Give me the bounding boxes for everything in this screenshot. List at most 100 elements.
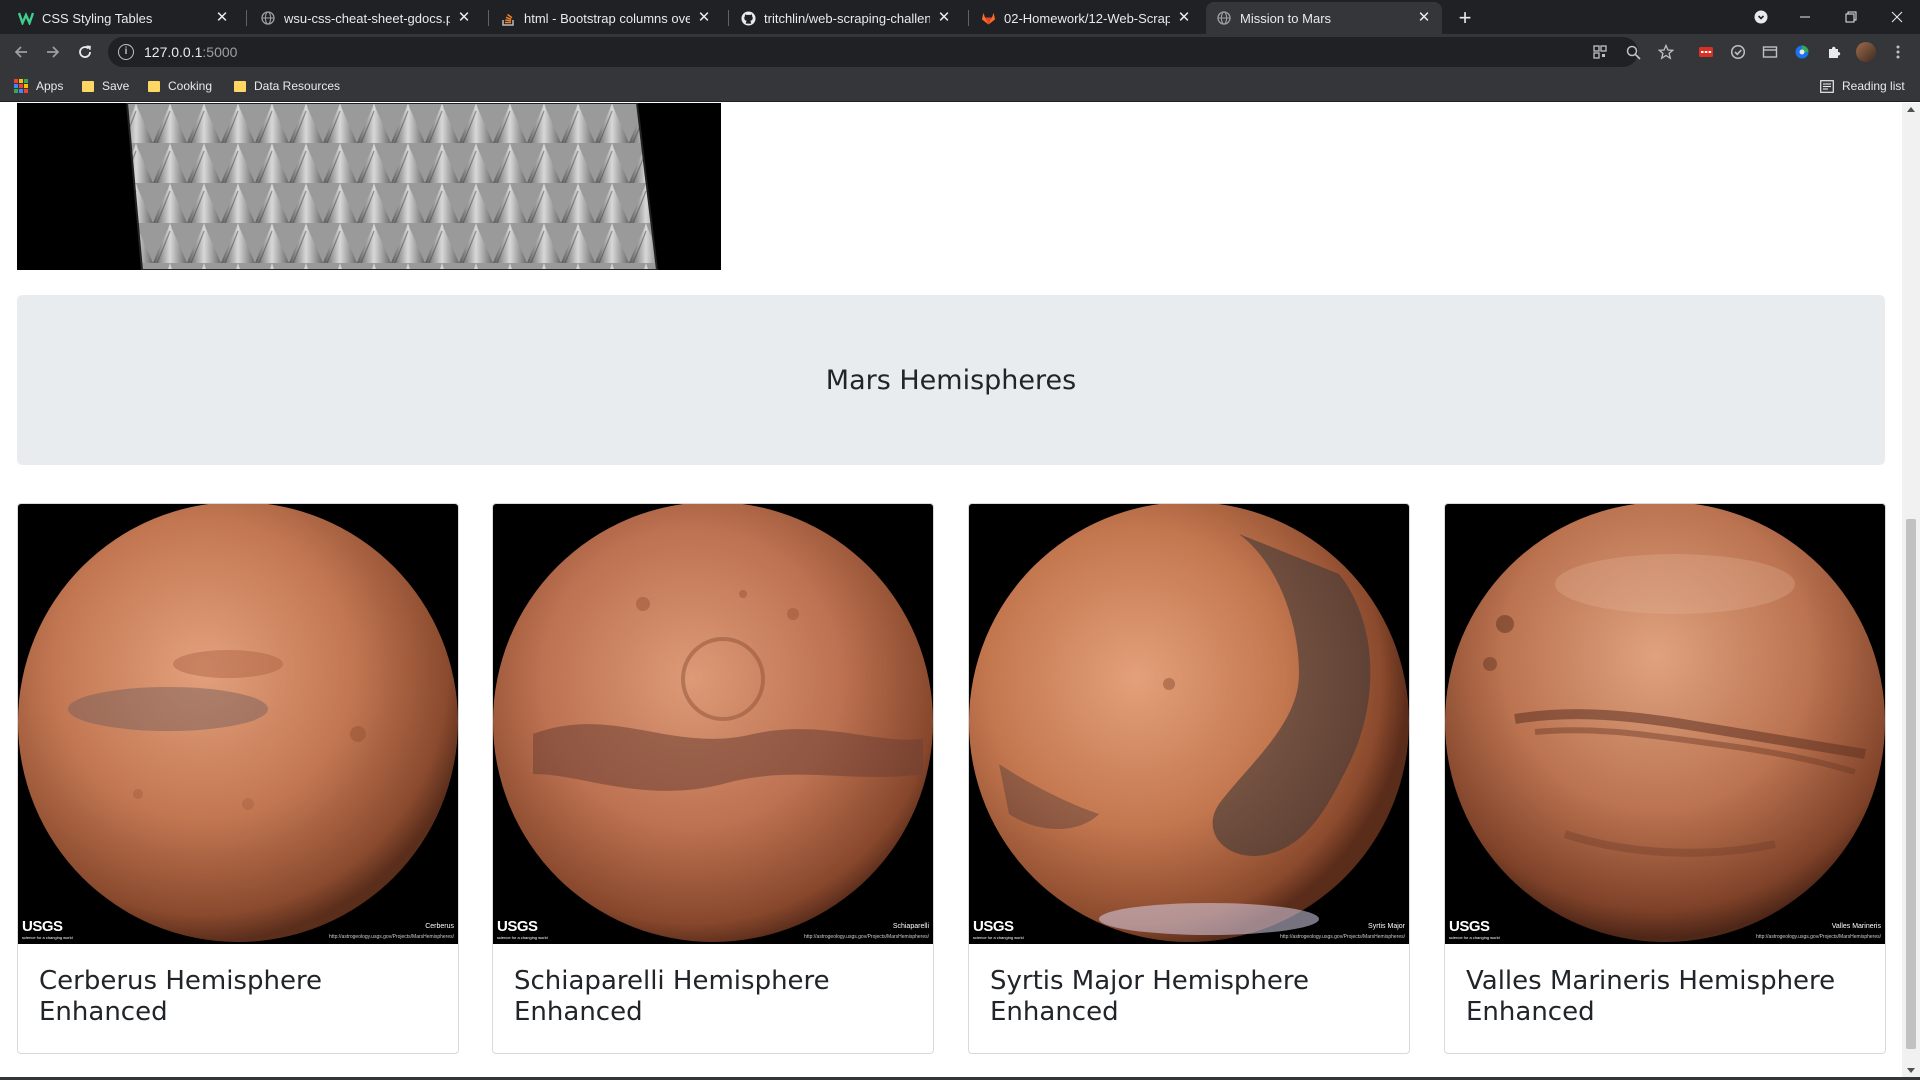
logo-tagline: science for a changing world	[973, 935, 1024, 940]
tab-title: wsu-css-cheat-sheet-gdocs.pdf	[284, 10, 450, 26]
schiaparelli-hemisphere-image[interactable]: USGS science for a changing world Schiapa…	[493, 504, 933, 944]
url-text[interactable]: 127.0.0.1:5000	[144, 44, 237, 60]
reading-list-button[interactable]: Reading list	[1820, 76, 1905, 96]
bookmark-data-resources[interactable]: Data Resources	[234, 76, 340, 96]
browser-toolbar: i 127.0.0.1:5000	[0, 34, 1920, 70]
tab-separator	[728, 10, 729, 26]
syrtis-major-hemisphere-image[interactable]: USGS science for a changing world Syrtis …	[969, 504, 1409, 944]
hemisphere-title: Valles Marineris Hemisphere Enhanced	[1466, 966, 1836, 1027]
close-tab-icon[interactable]: ✕	[696, 10, 712, 26]
extension-red-icon[interactable]	[1696, 42, 1716, 62]
image-caption: Schiaparelli	[892, 923, 929, 930]
site-info-icon[interactable]: i	[118, 44, 134, 60]
tab-separator	[246, 10, 247, 26]
bookmark-save[interactable]: Save	[82, 76, 129, 96]
bookmark-label: Save	[102, 79, 130, 93]
page-scrollbar[interactable]	[1902, 103, 1920, 1077]
hemisphere-title: Syrtis Major Hemisphere Enhanced	[990, 966, 1309, 1027]
browser-tab[interactable]: CSS Styling Tables ✕	[8, 2, 240, 34]
logo-text: USGS	[22, 918, 63, 935]
browser-tab[interactable]: wsu-css-cheat-sheet-gdocs.pdf ✕	[250, 2, 482, 34]
profile-avatar-icon[interactable]	[1856, 42, 1876, 62]
bookmark-star-icon[interactable]	[1656, 42, 1676, 62]
tab-title: CSS Styling Tables	[42, 10, 153, 26]
address-bar[interactable]: i 127.0.0.1:5000	[108, 37, 1638, 67]
minimize-window-icon[interactable]	[1782, 0, 1828, 34]
scroll-down-arrow-icon[interactable]	[1907, 1068, 1915, 1073]
card-body: Cerberus Hemisphere Enhanced	[18, 944, 458, 1050]
close-tab-icon[interactable]: ✕	[456, 10, 472, 26]
scrollbar-thumb[interactable]	[1906, 519, 1916, 1049]
back-arrow-icon[interactable]	[8, 39, 34, 65]
hemisphere-card: USGS science for a changing world Valles …	[1444, 503, 1886, 1054]
check-circle-icon[interactable]	[1728, 42, 1748, 62]
reading-list-icon	[1820, 79, 1834, 93]
image-caption: Valles Marineris	[1831, 923, 1881, 930]
image-credit: http://astrogeology.usgs.gov/Projects/Ma…	[329, 934, 454, 940]
gitlab-icon	[980, 10, 996, 26]
url-port: :5000	[202, 44, 238, 60]
folder-icon	[148, 80, 160, 92]
url-host: 127.0.0.1	[144, 44, 203, 60]
globe-icon	[1216, 10, 1232, 26]
cerberus-hemisphere-image[interactable]: USGS science for a changing world Cerberu…	[18, 504, 458, 944]
image-caption: Syrtis Major	[1368, 923, 1405, 930]
extension-colorful-icon[interactable]	[1792, 42, 1812, 62]
qr-code-icon[interactable]	[1590, 42, 1610, 62]
close-tab-icon[interactable]: ✕	[1176, 10, 1192, 26]
close-tab-icon[interactable]: ✕	[936, 10, 952, 26]
logo-text: USGS	[1449, 918, 1490, 935]
image-credit: http://astrogeology.usgs.gov/Projects/Ma…	[1280, 934, 1405, 940]
hemispheres-jumbotron: Mars Hemispheres	[17, 295, 1885, 465]
usgs-logo: USGS science for a changing world	[497, 918, 548, 940]
github-icon	[740, 10, 756, 26]
close-tab-icon[interactable]: ✕	[1416, 10, 1432, 26]
bookmark-apps[interactable]: Apps	[14, 76, 63, 96]
tab-separator	[968, 10, 969, 26]
usgs-logo: USGS science for a changing world	[973, 918, 1024, 940]
browser-tab-active[interactable]: Mission to Mars ✕	[1206, 2, 1442, 34]
tab-separator	[488, 10, 489, 26]
hemisphere-card: USGS science for a changing world Syrtis …	[968, 503, 1410, 1054]
bookmark-label: Data Resources	[254, 79, 341, 93]
browser-tab-strip: CSS Styling Tables ✕ wsu-css-cheat-sheet…	[0, 0, 1920, 34]
usgs-logo: USGS science for a changing world	[22, 918, 73, 940]
restore-window-icon[interactable]	[1828, 0, 1874, 34]
tab-title: Mission to Mars	[1240, 10, 1332, 26]
valles-marineris-hemisphere-image[interactable]: USGS science for a changing world Valles …	[1445, 504, 1885, 944]
window-extension-icon[interactable]	[1760, 42, 1780, 62]
browser-tab[interactable]: html - Bootstrap columns overlap ✕	[490, 2, 722, 34]
tab-title: html - Bootstrap columns overlap	[524, 10, 690, 26]
zoom-icon[interactable]	[1623, 42, 1643, 62]
bookmark-label: Apps	[36, 79, 64, 93]
card-body: Valles Marineris Hemisphere Enhanced	[1445, 944, 1885, 1050]
hemisphere-card: USGS science for a changing world Cerberu…	[17, 503, 459, 1054]
browser-tab[interactable]: 02-Homework/12-Web-Scraping ✕	[970, 2, 1202, 34]
scroll-up-arrow-icon[interactable]	[1907, 107, 1915, 112]
forward-arrow-icon[interactable]	[40, 39, 66, 65]
kebab-menu-icon[interactable]	[1888, 42, 1908, 62]
apps-grid-icon	[14, 79, 28, 93]
close-window-icon[interactable]	[1874, 0, 1920, 34]
logo-tagline: science for a changing world	[1449, 935, 1500, 940]
new-tab-button[interactable]: +	[1452, 5, 1478, 31]
page-viewport: Mars Hemispheres USGS science for a chan…	[0, 103, 1902, 1077]
logo-text: USGS	[973, 918, 1014, 935]
close-tab-icon[interactable]: ✕	[214, 10, 230, 26]
w-logo-icon	[18, 10, 34, 26]
bookmarks-bar: Apps Save Cooking Data Resources Reading…	[0, 70, 1920, 102]
reload-icon[interactable]	[72, 39, 98, 65]
browser-tab[interactable]: tritchlin/web-scraping-challenge ✕	[730, 2, 962, 34]
folder-icon	[82, 80, 94, 92]
featured-mars-image	[17, 103, 721, 270]
bookmark-label: Cooking	[168, 79, 213, 93]
image-caption: Cerberus	[425, 923, 454, 930]
tab-title: 02-Homework/12-Web-Scraping	[1004, 10, 1170, 26]
logo-tagline: science for a changing world	[22, 935, 73, 940]
globe-icon	[260, 10, 276, 26]
image-credit: http://astrogeology.usgs.gov/Projects/Ma…	[1756, 934, 1881, 940]
puzzle-extensions-icon[interactable]	[1824, 42, 1844, 62]
card-body: Schiaparelli Hemisphere Enhanced	[493, 944, 933, 1050]
tab-search-icon[interactable]	[1738, 0, 1784, 34]
bookmark-cooking[interactable]: Cooking	[148, 76, 212, 96]
